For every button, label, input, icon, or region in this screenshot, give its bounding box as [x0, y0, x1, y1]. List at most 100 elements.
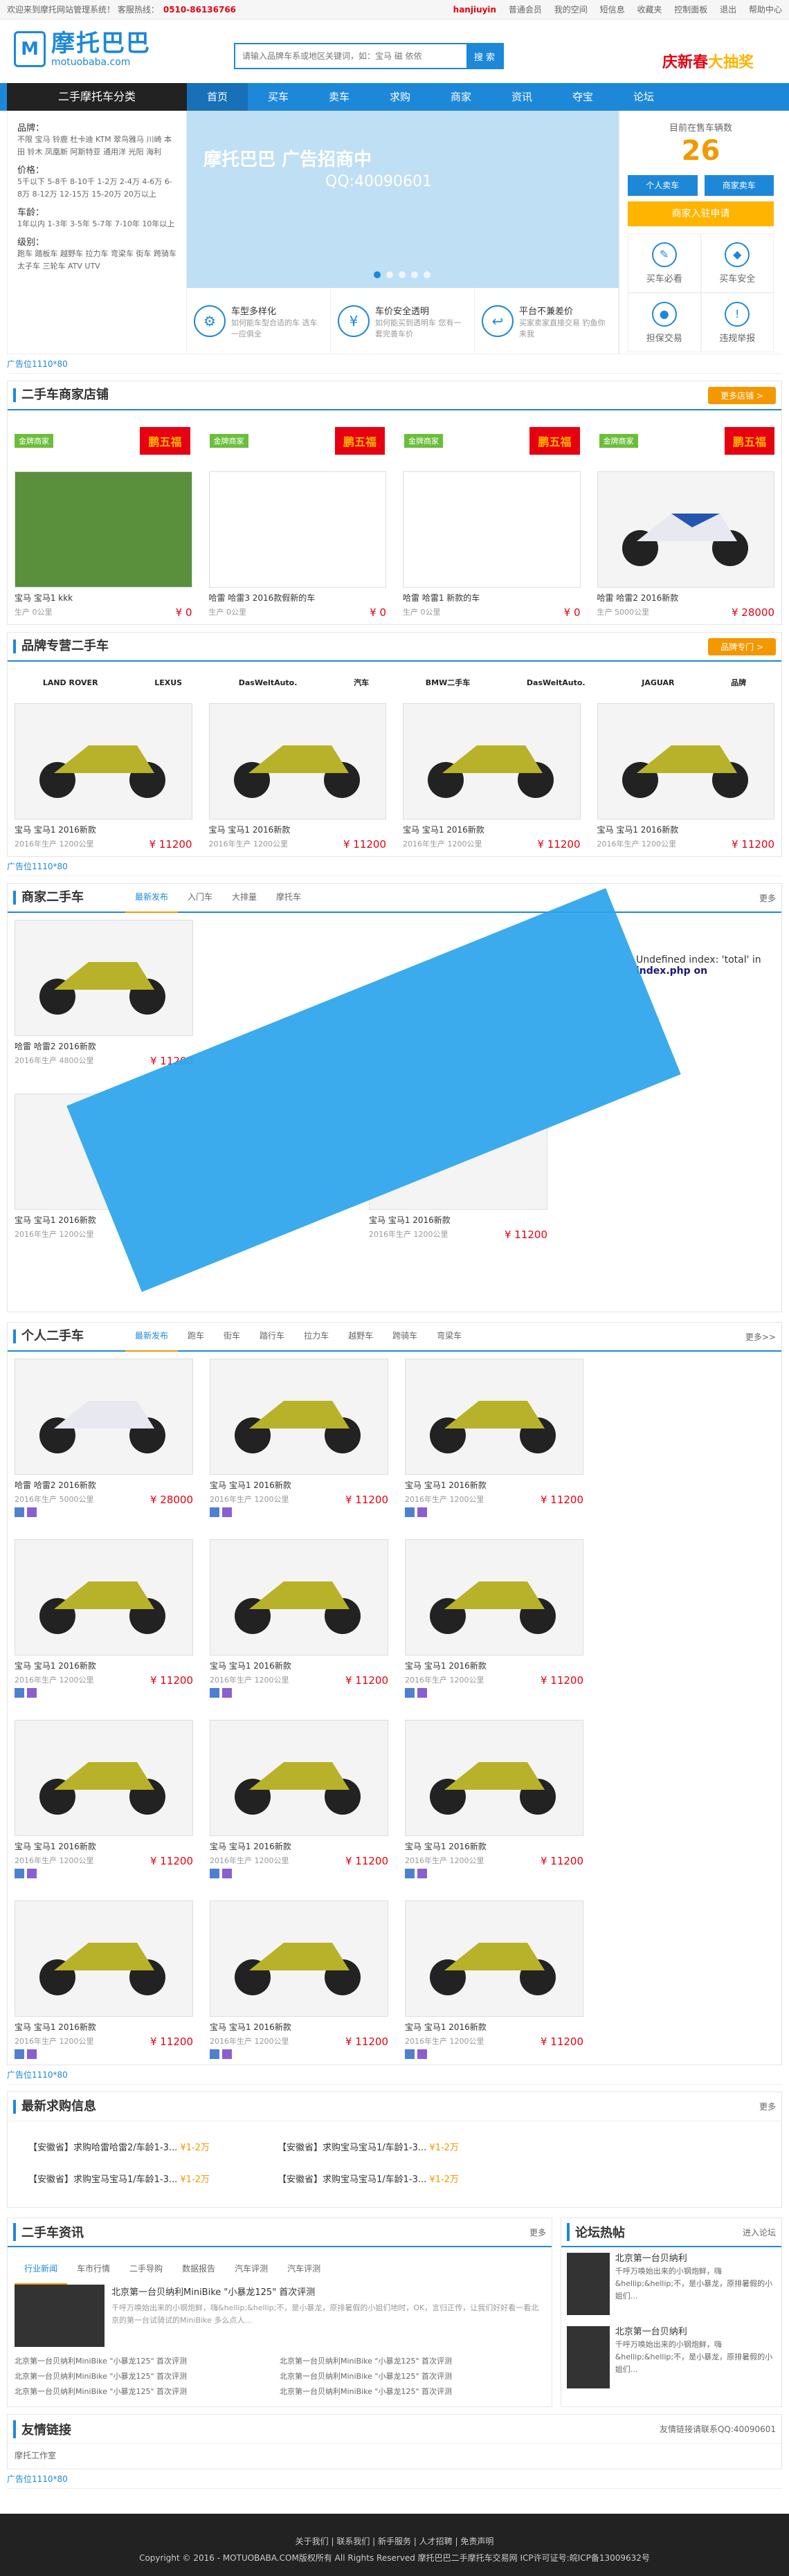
listing-image[interactable] [15, 1901, 193, 2017]
listing-name[interactable]: 宝马 宝马1 2016新款 [15, 1660, 193, 1671]
listing-image[interactable] [15, 471, 192, 588]
news-link[interactable]: 北京第一台贝纳利MiniBike "小暴龙125" 首次评测 [280, 2384, 545, 2400]
tab-market[interactable]: 车市行情 [67, 2254, 120, 2285]
forum-thumbnail[interactable] [567, 2253, 610, 2315]
more-brands-button[interactable]: 品牌专门 > [708, 637, 776, 655]
listing-name[interactable]: 宝马 宝马1 2016新款 [15, 824, 192, 835]
safety-item[interactable]: ◆ 买车安全 [700, 233, 774, 293]
listing-name[interactable]: 宝马 宝马1 2016新款 [210, 1660, 388, 1671]
shop-item[interactable]: 金牌商家 鹏五福 [404, 417, 580, 464]
tab-motorcycle[interactable]: 摩托车 [266, 882, 311, 913]
merchant-sell-button[interactable]: 商家卖车 [704, 175, 774, 196]
member-link[interactable]: 普通会员 [509, 5, 542, 15]
tab-review-2[interactable]: 汽车评测 [278, 2254, 330, 2285]
news-link[interactable]: 北京第一台贝纳利MiniBike "小暴龙125" 首次评测 [280, 2369, 545, 2384]
hero-banner[interactable]: 摩托巴巴 广告招商中 QQ:40090601 [187, 111, 619, 288]
control-panel-link[interactable]: 控制面板 [674, 5, 707, 15]
listing-image[interactable] [208, 471, 386, 588]
nav-news[interactable]: 资讯 [491, 83, 552, 111]
listing-name[interactable]: 宝马 宝马1 2016新款 [405, 1840, 583, 1852]
search-input[interactable] [235, 44, 466, 68]
logout-link[interactable]: 退出 [720, 5, 736, 15]
tab-cruiser[interactable]: 跨骑车 [383, 1321, 427, 1352]
request-item[interactable]: 【安徽省】求购宝马宝马1/车龄1-3... ¥1-2万 [28, 2164, 278, 2196]
tab-street[interactable]: 街车 [214, 1321, 250, 1352]
listing-card[interactable]: 宝马 宝马1 2016新款 2016年生产 1200公里 ¥ 11200 [210, 1359, 388, 1517]
listing-image[interactable] [210, 1720, 388, 1836]
search-button[interactable]: 搜 索 [466, 44, 502, 68]
nav-request[interactable]: 求购 [370, 83, 430, 111]
tab-latest[interactable]: 最新发布 [125, 882, 179, 913]
listing-card[interactable]: 宝马 宝马1 2016新款 2016年生产 1200公里 ¥ 11200 [15, 1539, 193, 1698]
listing-name[interactable]: 宝马 宝马1 2016新款 [405, 2021, 583, 2033]
listing-name[interactable]: 哈雷 哈雷2 2016新款 [15, 1040, 193, 1052]
listing-card[interactable]: 宝马 宝马1 2016新款 2016年生产 1200公里 ¥ 11200 [403, 703, 581, 851]
listing-card[interactable]: 哈雷 哈雷2 2016新款 生产 5000公里 ¥ 28000 [597, 471, 774, 619]
brand-logo[interactable]: BMW二手车 [426, 677, 470, 688]
tab-entry[interactable]: 入门车 [178, 882, 222, 913]
forum-title[interactable]: 北京第一台贝纳利 [615, 2253, 776, 2265]
listing-name[interactable]: 宝马 宝马1 2016新款 [209, 824, 387, 835]
tab-rally[interactable]: 拉力车 [294, 1321, 338, 1352]
more-link[interactable]: 更多 [759, 892, 776, 904]
headline-title[interactable]: 北京第一台贝纳利MiniBike "小暴龙125" 首次评测 [111, 2285, 545, 2298]
listing-image[interactable] [403, 703, 581, 819]
ad-slot[interactable]: 广告位1110*80 [7, 354, 782, 374]
tab-large[interactable]: 大排量 [222, 882, 266, 913]
escrow-item[interactable]: ● 担保交易 [628, 293, 701, 352]
listing-card[interactable]: 宝马 宝马1 2016新款 2016年生产 1200公里 ¥ 11200 [15, 1901, 193, 2059]
brand-logo[interactable]: DasWeltAuto. [239, 678, 298, 687]
listing-image[interactable] [15, 1720, 193, 1836]
level-values[interactable]: 跑车 踏板车 越野车 拉力车 弯梁车 街车 跨骑车 太子车 三轮车 ATV UT… [17, 248, 176, 273]
favorites-link[interactable]: 收藏夹 [637, 5, 662, 15]
listing-card[interactable]: 哈雷 哈雷1 新款的车 生产 0公里 ¥ 0 [403, 471, 581, 619]
report-item[interactable]: ! 违规举报 [700, 293, 774, 352]
ad-slot[interactable]: 广告位1110*80 [7, 2065, 782, 2085]
listing-name[interactable]: 宝马 宝马1 2016新款 [405, 1660, 583, 1671]
tab-report[interactable]: 数据报告 [172, 2254, 225, 2285]
nav-buy[interactable]: 买车 [248, 83, 309, 111]
news-link[interactable]: 北京第一台贝纳利MiniBike "小暴龙125" 首次评测 [15, 2384, 280, 2400]
listing-name[interactable]: 宝马 宝马1 2016新款 [369, 1214, 547, 1226]
listing-image[interactable] [15, 1539, 193, 1656]
listing-image[interactable] [15, 703, 192, 819]
ad-slot[interactable]: 广告位1110*80 [7, 857, 782, 876]
site-logo[interactable]: M 摩托巴巴 motuobaba.com [14, 30, 151, 68]
listing-card[interactable]: 哈雷 哈雷3 2016款假新的车 生产 0公里 ¥ 0 [208, 471, 387, 619]
tab-offroad[interactable]: 越野车 [338, 1321, 383, 1352]
enter-forum-link[interactable]: 进入论坛 [743, 2226, 776, 2238]
shop-item[interactable]: 金牌商家 鹏五福 [599, 417, 774, 464]
listing-image[interactable] [15, 920, 193, 1036]
listing-image[interactable] [405, 1901, 583, 2017]
more-shops-button[interactable]: 更多店铺 > [708, 386, 776, 404]
request-item[interactable]: 【安徽省】求购宝马宝马1/车龄1-3... ¥1-2万 [278, 2132, 527, 2164]
tab-latest[interactable]: 最新发布 [125, 1321, 179, 1352]
news-headline[interactable]: 北京第一台贝纳利MiniBike "小暴龙125" 首次评测 千呼万唤始出来的小钢… [15, 2285, 545, 2347]
nav-treasure[interactable]: 夺宝 [552, 83, 613, 111]
forum-thumbnail[interactable] [567, 2326, 610, 2388]
listing-name[interactable]: 哈雷 哈雷3 2016款假新的车 [209, 592, 387, 604]
username-link[interactable]: hanjiuyin [453, 5, 496, 15]
listing-image[interactable] [15, 1359, 193, 1475]
banner-dot[interactable] [374, 271, 381, 278]
brand-logo[interactable]: LAND ROVER [43, 678, 98, 687]
news-link[interactable]: 北京第一台贝纳利MiniBike "小暴龙125" 首次评测 [15, 2369, 280, 2384]
more-link[interactable]: 更多 [759, 2101, 776, 2112]
ad-slot[interactable]: 广告位1110*80 [7, 2469, 782, 2489]
nav-home[interactable]: 首页 [187, 83, 248, 111]
banner-dot[interactable] [411, 271, 418, 278]
shop-item[interactable]: 金牌商家 鹏五福 [15, 417, 190, 464]
help-center-link[interactable]: 帮助中心 [749, 5, 782, 15]
listing-card[interactable]: 宝马 宝马1 2016新款 2016年生产 1200公里 ¥ 11200 [15, 1720, 193, 1878]
listing-card[interactable]: 宝马 宝马1 2016新款 2016年生产 1200公里 ¥ 11200 [405, 1539, 583, 1698]
shop-item[interactable]: 金牌商家 鹏五福 [209, 417, 385, 464]
brand-logo[interactable]: JAGUAR [642, 678, 674, 687]
category-menu[interactable]: 二手摩托车分类 [7, 83, 187, 111]
news-link[interactable]: 北京第一台贝纳利MiniBike "小暴龙125" 首次评测 [280, 2354, 545, 2369]
listing-image[interactable] [210, 1539, 388, 1656]
tab-touring[interactable]: 踏行车 [250, 1321, 294, 1352]
listing-card[interactable]: 宝马 宝马1 2016新款 2016年生产 1200公里 ¥ 11200 [15, 703, 192, 851]
listing-card[interactable]: 宝马 宝马1 2016新款 2016年生产 1200公里 ¥ 11200 [405, 1359, 583, 1517]
nav-sell[interactable]: 卖车 [309, 83, 370, 111]
listing-name[interactable]: 宝马 宝马1 2016新款 [403, 824, 581, 835]
